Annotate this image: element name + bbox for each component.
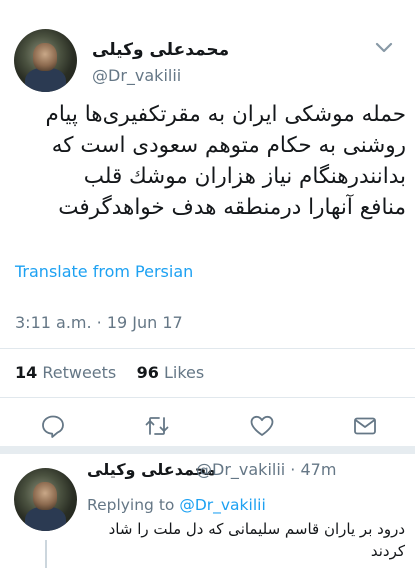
reply-author-handle[interactable]: @Dr_vakilii · 47m	[196, 460, 336, 479]
retweets-label: Retweets	[42, 363, 117, 382]
likes-label: Likes	[163, 363, 205, 382]
like-icon[interactable]	[249, 413, 275, 439]
divider	[0, 348, 415, 349]
divider	[0, 397, 415, 398]
retweets-stat[interactable]: 14 Retweets	[15, 363, 116, 382]
tweet-text-line: حمله موشکی ایران به مقرتکفیری‌ها پیام	[45, 102, 407, 127]
tweet-text-line: بدانندرهنگام نیاز هزاران موشك قلب	[83, 164, 406, 189]
tweet-text: حمله موشکی ایران به مقرتکفیری‌ها پیام رو…	[12, 99, 407, 223]
tweet-timestamp[interactable]: 3:11 a.m. · 19 Jun 17	[15, 313, 183, 332]
avatar[interactable]	[14, 29, 77, 92]
replying-to-handle[interactable]: @Dr_vakilii	[179, 496, 265, 514]
translate-link[interactable]: Translate from Persian	[15, 262, 193, 281]
replying-to-label: Replying to	[87, 496, 175, 514]
retweet-icon[interactable]	[144, 413, 170, 439]
section-separator	[0, 446, 415, 454]
reply-icon[interactable]	[40, 413, 66, 439]
tweet-text-line: منافع آنهارا درمنطقه هدف خواهدگرفت	[58, 195, 406, 220]
likes-count: 96	[136, 363, 159, 382]
replying-to-line: Replying to @Dr_vakilii	[87, 496, 266, 514]
thread-line	[45, 540, 47, 568]
reply-text: درود بر یاران قاسم سلیمانی که دل ملت را …	[108, 520, 405, 560]
avatar[interactable]	[14, 468, 77, 531]
likes-stat[interactable]: 96 Likes	[137, 363, 205, 382]
chevron-down-icon[interactable]	[375, 42, 393, 54]
retweets-count: 14	[15, 363, 38, 382]
author-handle[interactable]: @Dr_vakilii	[92, 66, 181, 85]
action-bar	[0, 413, 415, 443]
engagement-stats: 14 Retweets 96 Likes	[15, 363, 204, 382]
tweet-text-line: روشنی به حکام متوهم سعودی است که	[51, 133, 406, 158]
dm-icon[interactable]	[352, 413, 378, 439]
author-name[interactable]: محمدعلی وکیلی	[92, 40, 229, 60]
